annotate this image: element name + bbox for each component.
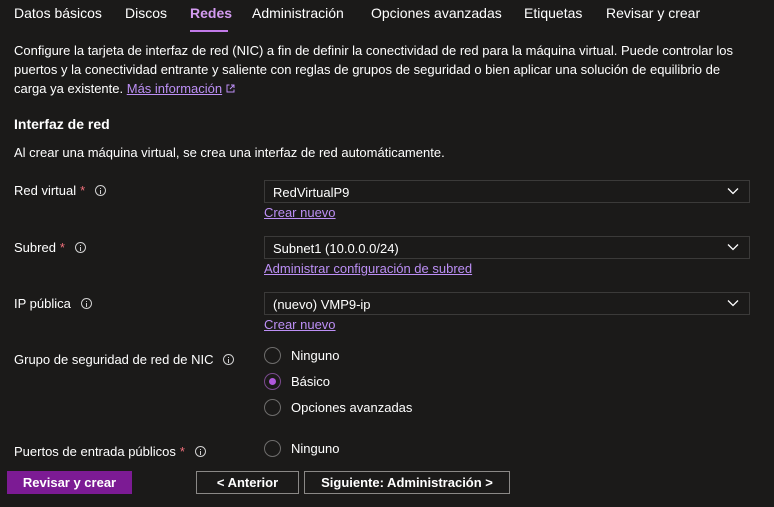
section-title: Interfaz de red	[14, 116, 110, 132]
subnet-dropdown[interactable]: Subnet1 (10.0.0.0/24)	[264, 236, 750, 259]
subnet-label: Subred *	[14, 240, 86, 255]
create-vnet-link[interactable]: Crear nuevo	[264, 205, 336, 220]
info-icon[interactable]	[194, 446, 206, 457]
ports-label-text: Puertos de entrada públicos	[14, 444, 176, 459]
radio-circle-selected[interactable]	[264, 373, 281, 390]
create-public-ip-link[interactable]: Crear nuevo	[264, 317, 336, 332]
public-ip-label: IP pública	[14, 296, 92, 311]
next-button[interactable]: Siguiente: Administración >	[304, 471, 510, 494]
vnet-label-text: Red virtual	[14, 183, 77, 198]
nsg-label-text: Grupo de seguridad de red de NIC	[14, 352, 214, 367]
ports-option-ninguno[interactable]: Ninguno	[264, 440, 339, 457]
subnet-value: Subnet1 (10.0.0.0/24)	[273, 241, 399, 256]
active-tab-indicator	[190, 30, 228, 32]
vnet-label: Red virtual *	[14, 183, 107, 198]
required-marker: *	[80, 183, 86, 198]
radio-label: Ninguno	[291, 348, 340, 363]
chevron-down-icon	[727, 188, 739, 195]
tab-opciones-avanzadas[interactable]: Opciones avanzadas	[371, 5, 502, 21]
radio-circle[interactable]	[264, 440, 281, 457]
info-icon[interactable]	[223, 354, 235, 365]
review-create-button[interactable]: Revisar y crear	[7, 471, 132, 494]
vnet-value: RedVirtualP9	[273, 185, 350, 200]
footer-bar: Revisar y crear < Anterior Siguiente: Ad…	[0, 460, 774, 507]
required-marker: *	[179, 444, 185, 459]
public-ip-value: (nuevo) VMP9-ip	[273, 297, 371, 312]
radio-label: Ninguno	[291, 441, 340, 456]
tab-datos-basicos[interactable]: Datos básicos	[14, 5, 102, 21]
tab-revisar-crear[interactable]: Revisar y crear	[606, 5, 700, 21]
required-marker: *	[59, 240, 65, 255]
radio-circle[interactable]	[264, 347, 281, 364]
info-icon[interactable]	[74, 242, 86, 253]
radio-circle[interactable]	[264, 399, 281, 416]
nsg-option-ninguno[interactable]: Ninguno	[264, 347, 339, 364]
tab-etiquetas[interactable]: Etiquetas	[524, 5, 582, 21]
public-ip-label-text: IP pública	[14, 296, 71, 311]
tab-discos[interactable]: Discos	[125, 5, 167, 21]
subnet-label-text: Subred	[14, 240, 56, 255]
manage-subnet-link[interactable]: Administrar configuración de subred	[264, 261, 472, 276]
ports-label: Puertos de entrada públicos *	[14, 444, 206, 459]
chevron-down-icon	[727, 244, 739, 251]
tab-redes[interactable]: Redes	[190, 5, 232, 21]
tab-administracion[interactable]: Administración	[252, 5, 344, 21]
nsg-option-basico[interactable]: Básico	[264, 373, 330, 390]
external-link-icon	[226, 84, 235, 93]
vnet-dropdown[interactable]: RedVirtualP9	[264, 180, 750, 203]
public-ip-dropdown[interactable]: (nuevo) VMP9-ip	[264, 292, 750, 315]
more-info-link[interactable]: Más información	[127, 81, 222, 96]
section-subtitle: Al crear una máquina virtual, se crea un…	[14, 145, 445, 160]
nsg-option-avanzadas[interactable]: Opciones avanzadas	[264, 399, 412, 416]
description-text: Configure la tarjeta de interfaz de red …	[14, 43, 734, 96]
radio-label: Básico	[291, 374, 331, 389]
description: Configure la tarjeta de interfaz de red …	[14, 41, 754, 98]
chevron-down-icon	[727, 300, 739, 307]
info-icon[interactable]	[80, 298, 92, 309]
tab-bar: Datos básicos Discos Redes Administració…	[0, 0, 774, 34]
previous-button[interactable]: < Anterior	[196, 471, 299, 494]
nsg-label: Grupo de seguridad de red de NIC	[14, 352, 235, 367]
radio-label: Opciones avanzadas	[291, 400, 413, 415]
info-icon[interactable]	[95, 185, 107, 196]
